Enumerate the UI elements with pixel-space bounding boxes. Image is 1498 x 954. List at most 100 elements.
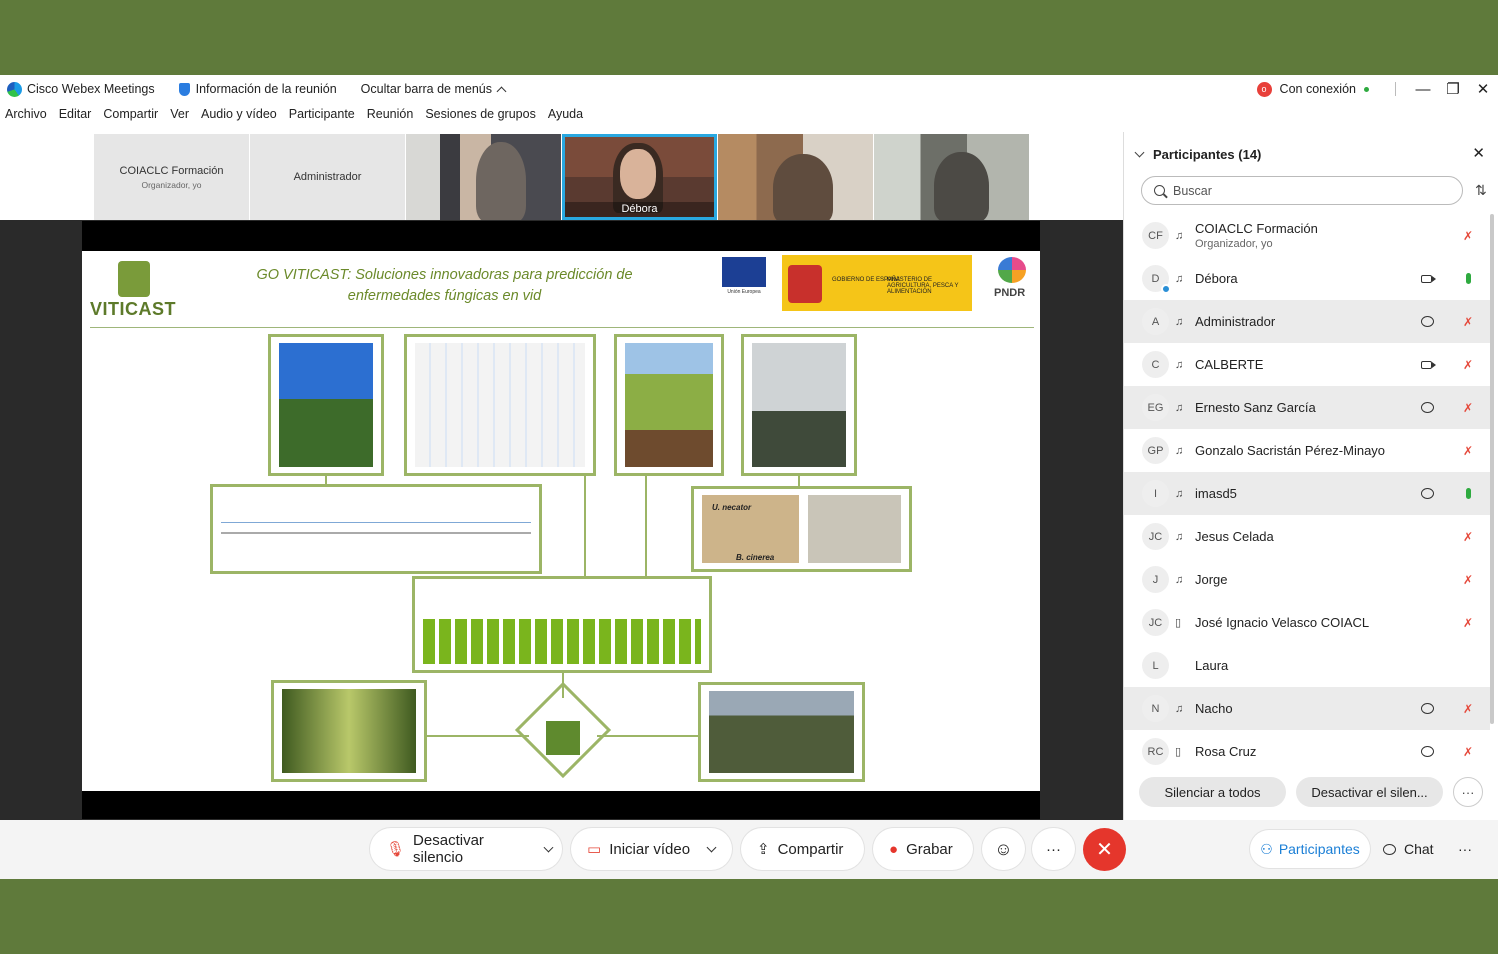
panel-title: Participantes (14) [1153, 146, 1262, 162]
record-button[interactable]: ● Grabar [873, 828, 973, 870]
flow-connector [597, 735, 698, 737]
shared-content-area[interactable]: VITICAST GO VITICAST: Soluciones innovad… [0, 220, 1123, 820]
record-icon: ● [889, 840, 899, 858]
video-tile-participant-3[interactable] [718, 134, 873, 220]
participant-row[interactable]: JC ♫ Jesus Celada ✗ [1124, 515, 1490, 558]
minimize-button[interactable]: — [1408, 81, 1438, 98]
muted-mic-icon[interactable]: ✗ [1463, 444, 1473, 458]
close-window-button[interactable]: ✕ [1468, 80, 1498, 98]
weather-station-photo [268, 334, 384, 476]
unmute-button[interactable]: 🎙 Desactivar silencio [370, 828, 562, 870]
muted-mic-icon[interactable]: ✗ [1463, 530, 1473, 544]
muted-mic-icon: 🎙 [386, 841, 406, 858]
video-tile-organizer[interactable]: COIACLC Formación Organizador, yo [94, 134, 249, 220]
more-options-button[interactable]: ··· [1032, 828, 1075, 870]
muted-mic-icon[interactable]: ✗ [1463, 745, 1473, 759]
chat-bubble-icon[interactable] [1421, 316, 1434, 327]
meeting-info-label: Información de la reunión [195, 82, 337, 96]
app-name: Cisco Webex Meetings [27, 82, 155, 96]
participant-row[interactable]: CF ♫ COIACLC Formación Organizador, yo ✗ [1124, 214, 1490, 257]
chat-bubble-icon[interactable] [1421, 402, 1434, 413]
reactions-button[interactable]: ☺ [982, 828, 1025, 870]
video-tile-administrador[interactable]: Administrador [250, 134, 405, 220]
video-tile-participant-1[interactable] [406, 134, 561, 220]
menu-ver[interactable]: Ver [170, 107, 189, 129]
more-panels-button[interactable]: ··· [1458, 828, 1472, 870]
headset-icon: ♫ [1175, 272, 1184, 285]
chevron-down-icon[interactable] [543, 842, 554, 852]
risk-cells [423, 619, 701, 664]
menu-sesiones-grupos[interactable]: Sesiones de grupos [425, 107, 536, 129]
app-title: Cisco Webex Meetings [7, 81, 155, 97]
menu-audio-video[interactable]: Audio y vídeo [201, 107, 277, 129]
muted-mic-icon[interactable]: ✗ [1463, 573, 1473, 587]
meeting-info-button[interactable]: Información de la reunión [178, 82, 337, 96]
menu-editar[interactable]: Editar [59, 107, 92, 129]
sort-icon[interactable]: ⇅ [1475, 182, 1491, 198]
chat-bubble-icon[interactable] [1421, 703, 1434, 714]
chat-bubble-icon[interactable] [1421, 488, 1434, 499]
flow-connector [645, 476, 647, 576]
participant-face [620, 149, 656, 199]
menu-reunion[interactable]: Reunión [367, 107, 414, 129]
mic-active-icon[interactable] [1466, 273, 1471, 284]
participant-row[interactable]: J ♫ Jorge ✗ [1124, 558, 1490, 601]
participant-row[interactable]: N ♫ Nacho ✗ [1124, 687, 1490, 730]
search-input[interactable]: Buscar [1141, 176, 1463, 205]
muted-mic-icon[interactable]: ✗ [1463, 229, 1473, 243]
muted-mic-icon[interactable]: ✗ [1463, 358, 1473, 372]
chat-bubble-icon [1383, 843, 1396, 855]
participant-row[interactable]: C ♫ CALBERTE ✗ [1124, 343, 1490, 386]
participants-panel: Participantes (14) ✕ Buscar ⇅ CF ♫ COIAC… [1123, 132, 1498, 820]
restore-button[interactable]: ❐ [1438, 80, 1468, 98]
search-icon [1154, 185, 1165, 196]
menu-participante[interactable]: Participante [289, 107, 355, 129]
muted-mic-icon[interactable]: ✗ [1463, 616, 1473, 630]
menu-compartir[interactable]: Compartir [103, 107, 158, 129]
menu-archivo[interactable]: Archivo [5, 107, 47, 129]
video-tile-participant-4[interactable] [874, 134, 1029, 220]
unmute-all-button[interactable]: Desactivar el silen... [1296, 777, 1443, 807]
mute-all-button[interactable]: Silenciar a todos [1139, 777, 1286, 807]
participant-name: imasd5 [1195, 486, 1237, 501]
participant-row[interactable]: L Laura [1124, 644, 1490, 687]
connection-status[interactable]: Con conexión [1280, 82, 1356, 96]
muted-mic-icon[interactable]: ✗ [1463, 401, 1473, 415]
participant-row[interactable]: D ♫ Débora [1124, 257, 1490, 300]
share-button[interactable]: ⇪ Compartir [741, 828, 864, 870]
end-meeting-button[interactable]: ✕ [1083, 828, 1126, 871]
photo [709, 691, 854, 773]
headset-icon: ♫ [1175, 573, 1184, 586]
participant-row[interactable]: A ♫ Administrador ✗ [1124, 300, 1490, 343]
participant-row[interactable]: EG ♫ Ernesto Sanz García ✗ [1124, 386, 1490, 429]
start-video-button[interactable]: ▭ Iniciar vídeo [571, 828, 732, 870]
flow-connector [325, 476, 327, 484]
leaf-logo-icon [118, 261, 150, 297]
headset-icon: ♫ [1175, 530, 1184, 543]
chevron-down-icon[interactable] [1134, 147, 1145, 157]
muted-mic-icon[interactable]: ✗ [1463, 315, 1473, 329]
menu-ayuda[interactable]: Ayuda [548, 107, 583, 129]
divider [1395, 82, 1396, 96]
chat-button[interactable]: Chat [1383, 828, 1434, 870]
flow-connector [798, 476, 800, 486]
mic-active-icon[interactable] [1466, 488, 1471, 499]
participant-row[interactable]: JC ▯ José Ignacio Velasco COIACL ✗ [1124, 601, 1490, 644]
muted-mic-icon[interactable]: ✗ [1463, 702, 1473, 716]
tile-subtitle: Organizador, yo [141, 179, 202, 190]
chevron-down-icon[interactable] [706, 842, 717, 852]
participant-row[interactable]: GP ♫ Gonzalo Sacristán Pérez-Minayo ✗ [1124, 429, 1490, 472]
scrollbar[interactable] [1490, 214, 1494, 724]
hide-menu-bar-button[interactable]: Ocultar barra de menús [361, 82, 507, 96]
slide-title: GO VITICAST: Soluciones innovadoras para… [256, 267, 633, 304]
role-label: Organizador, yo [1195, 238, 1273, 250]
tile-name: Administrador [293, 171, 362, 183]
participant-row[interactable]: I ♫ imasd5 [1124, 472, 1490, 515]
video-tile-active-speaker[interactable]: Débora [562, 134, 717, 220]
more-options-button[interactable]: ··· [1453, 777, 1483, 807]
flow-connector [584, 476, 586, 576]
participant-row[interactable]: RC ▯ Rosa Cruz ✗ [1124, 730, 1490, 769]
close-panel-button[interactable]: ✕ [1472, 144, 1485, 162]
chat-bubble-icon[interactable] [1421, 746, 1434, 757]
participants-button[interactable]: ⚇ Participantes [1250, 830, 1370, 868]
